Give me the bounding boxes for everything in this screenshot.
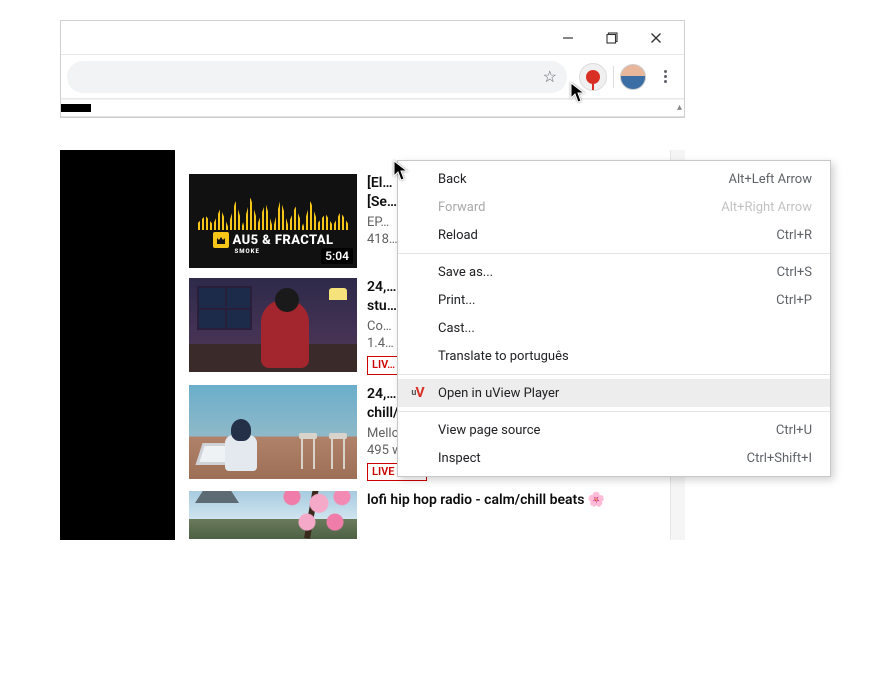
- browser-toolbar: ☆: [61, 55, 684, 99]
- video-thumbnail[interactable]: [189, 278, 357, 372]
- context-menu-reload[interactable]: Reload Ctrl+R: [398, 221, 830, 249]
- video-thumbnail[interactable]: AU5 & FRACTAL SMOKE 5:04: [189, 174, 357, 268]
- bookmark-star-icon[interactable]: ☆: [543, 67, 557, 86]
- minimize-button[interactable]: [546, 23, 590, 53]
- context-menu: Back Alt+Left Arrow Forward Alt+Right Ar…: [397, 160, 831, 477]
- menu-label: Save as...: [438, 265, 493, 280]
- menu-shortcut: Alt+Left Arrow: [728, 172, 812, 187]
- video-player-region[interactable]: [60, 150, 175, 540]
- browser-window: ☆ ▴: [60, 20, 685, 118]
- context-menu-forward: Forward Alt+Right Arrow: [398, 193, 830, 221]
- monstercat-logo-icon: [213, 232, 229, 248]
- menu-label: Forward: [438, 200, 485, 215]
- pin-icon: [586, 70, 600, 84]
- extension-button-uview[interactable]: [579, 63, 607, 91]
- context-menu-view-source[interactable]: View page source Ctrl+U: [398, 416, 830, 444]
- duration-badge: 5:04: [321, 248, 353, 264]
- context-menu-open-uview[interactable]: uV Open in uView Player: [398, 379, 830, 407]
- menu-label: Inspect: [438, 451, 481, 466]
- video-item[interactable]: lofi hip hop radio - calm/chill beats 🌸: [189, 491, 677, 539]
- toolbar-separator: [613, 66, 614, 88]
- menu-separator: [398, 374, 830, 375]
- chrome-menu-button[interactable]: [652, 64, 678, 89]
- video-meta: lofi hip hop radio - calm/chill beats 🌸: [367, 491, 605, 539]
- context-menu-back[interactable]: Back Alt+Left Arrow: [398, 165, 830, 193]
- video-channel[interactable]: Co…: [367, 318, 400, 336]
- titlebar: [61, 21, 684, 55]
- menu-shortcut: Ctrl+S: [777, 265, 812, 280]
- context-menu-translate[interactable]: Translate to português: [398, 342, 830, 370]
- context-menu-inspect[interactable]: Inspect Ctrl+Shift+I: [398, 444, 830, 472]
- uview-icon: uV: [410, 385, 426, 401]
- menu-shortcut: Ctrl+Shift+I: [747, 451, 812, 466]
- menu-shortcut: Ctrl+R: [776, 228, 812, 243]
- video-stats: 418…: [367, 231, 398, 249]
- video-meta: [El… [Se… EP… 418…: [367, 174, 398, 268]
- context-menu-print[interactable]: Print... Ctrl+P: [398, 286, 830, 314]
- live-badge: LIV…: [367, 356, 400, 375]
- menu-label: Open in uView Player: [438, 386, 559, 401]
- menu-shortcut: Ctrl+P: [776, 293, 812, 308]
- video-meta: 24,… stu… Co… 1.4… LIV…: [367, 278, 400, 375]
- video-title[interactable]: lofi hip hop radio - calm/chill beats 🌸: [367, 491, 605, 510]
- waveform-art: [198, 194, 348, 230]
- menu-shortcut: Alt+Right Arrow: [721, 200, 812, 215]
- menu-label: Print...: [438, 293, 475, 308]
- video-title[interactable]: 24,… stu…: [367, 278, 400, 316]
- context-menu-save-as[interactable]: Save as... Ctrl+S: [398, 258, 830, 286]
- omnibox[interactable]: ☆: [67, 61, 567, 93]
- menu-separator: [398, 411, 830, 412]
- page-load-strip: ▴: [61, 99, 684, 117]
- video-thumbnail[interactable]: [189, 385, 357, 479]
- context-menu-cast[interactable]: Cast...: [398, 314, 830, 342]
- thumb-artist-label: AU5 & FRACTAL SMOKE: [213, 232, 334, 248]
- menu-label: Reload: [438, 228, 478, 243]
- scroll-up-icon[interactable]: ▴: [677, 102, 682, 113]
- video-title[interactable]: [El… [Se…: [367, 174, 398, 212]
- video-channel[interactable]: EP…: [367, 214, 398, 232]
- close-button[interactable]: [634, 23, 678, 53]
- profile-avatar[interactable]: [620, 64, 646, 90]
- video-thumbnail[interactable]: [189, 491, 357, 539]
- video-stats: 1.4…: [367, 335, 400, 353]
- menu-separator: [398, 253, 830, 254]
- menu-label: Cast...: [438, 321, 475, 336]
- menu-label: Back: [438, 172, 467, 187]
- maximize-button[interactable]: [590, 23, 634, 53]
- menu-label: View page source: [438, 423, 540, 438]
- menu-label: Translate to português: [438, 349, 569, 364]
- menu-shortcut: Ctrl+U: [776, 423, 812, 438]
